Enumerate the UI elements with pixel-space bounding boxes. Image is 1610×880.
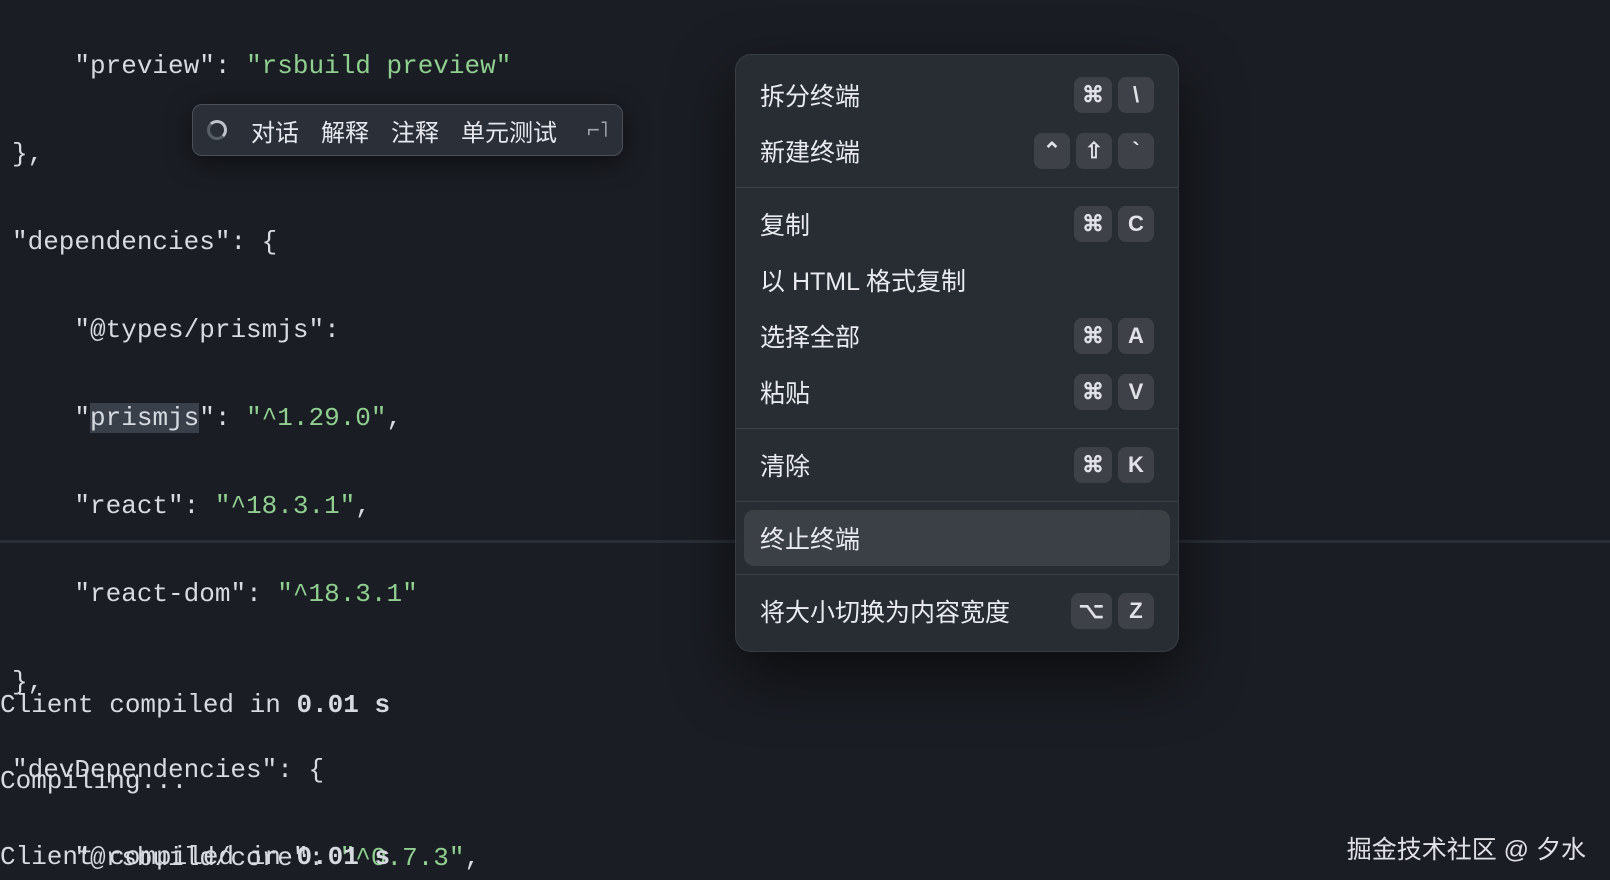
menu-item[interactable]: 选择全部 ⌘A: [744, 308, 1170, 364]
key-cap: V: [1118, 374, 1154, 410]
menu-item-shortcut: ⌘C: [1074, 206, 1154, 242]
assist-comment-button[interactable]: 注释: [391, 113, 439, 148]
expand-icon[interactable]: ⌐˥: [579, 117, 608, 143]
terminal-output[interactable]: Client compiled in 0.01 s Compiling... C…: [0, 648, 390, 880]
key-cap: ⌘: [1074, 318, 1112, 354]
menu-item-label: 选择全部: [760, 318, 860, 354]
loading-spinner-icon: [207, 120, 227, 140]
json-string: "^1.29.0": [246, 403, 386, 433]
json-key: "react-dom": [74, 579, 246, 609]
key-cap: ⌥: [1071, 593, 1112, 629]
key-cap: C: [1118, 206, 1154, 242]
menu-item-label: 拆分终端: [760, 77, 860, 113]
menu-item-label: 新建终端: [760, 133, 860, 169]
menu-item[interactable]: 粘贴 ⌘V: [744, 364, 1170, 420]
assist-chat-button[interactable]: 对话: [251, 113, 299, 148]
json-string: "^18.3.1": [215, 491, 355, 521]
key-cap: ⌃: [1034, 133, 1070, 169]
terminal-line: Client compiled in 0.01 s: [0, 838, 390, 876]
terminal-context-menu: 拆分终端⌘\新建终端⌃⇧`复制⌘C以 HTML 格式复制选择全部⌘A粘贴⌘V清除…: [735, 54, 1179, 652]
menu-item-label: 复制: [760, 206, 810, 242]
key-cap: ⌘: [1074, 77, 1112, 113]
assist-explain-button[interactable]: 解释: [321, 113, 369, 148]
key-cap: ⌘: [1074, 206, 1112, 242]
menu-item-shortcut: ⌘A: [1074, 318, 1154, 354]
key-cap: ⌘: [1074, 374, 1112, 410]
menu-item-label: 粘贴: [760, 374, 810, 410]
menu-item[interactable]: 拆分终端 ⌘\: [744, 67, 1170, 123]
assist-unittest-button[interactable]: 单元测试: [461, 113, 557, 148]
menu-item-shortcut: ⌘V: [1074, 374, 1154, 410]
menu-item[interactable]: 终止终端: [744, 510, 1170, 566]
terminal-line: Compiling...: [0, 762, 390, 800]
menu-item[interactable]: 以 HTML 格式复制: [744, 252, 1170, 308]
menu-separator: [736, 428, 1178, 429]
menu-separator: [736, 187, 1178, 188]
menu-item-label: 终止终端: [760, 520, 860, 556]
key-cap: K: [1118, 447, 1154, 483]
json-string: "^18.3.1": [277, 579, 417, 609]
key-cap: ⇧: [1076, 133, 1112, 169]
menu-item-label: 将大小切换为内容宽度: [760, 593, 1010, 629]
terminal-line: Client compiled in 0.01 s: [0, 686, 390, 724]
menu-item[interactable]: 新建终端 ⌃⇧`: [744, 123, 1170, 179]
menu-item-shortcut: ⌃⇧`: [1034, 133, 1154, 169]
menu-item-label: 清除: [760, 447, 810, 483]
menu-separator: [736, 574, 1178, 575]
menu-item-shortcut: ⌥Z: [1071, 593, 1154, 629]
menu-item[interactable]: 将大小切换为内容宽度 ⌥Z: [744, 583, 1170, 639]
json-key: "@types/prismjs": [74, 315, 324, 345]
menu-item[interactable]: 清除 ⌘K: [744, 437, 1170, 493]
json-string: "rsbuild preview": [246, 51, 511, 81]
watermark-text: 掘金技术社区 @ 夕水: [1347, 830, 1586, 866]
key-cap: A: [1118, 318, 1154, 354]
key-cap: \: [1118, 77, 1154, 113]
menu-item[interactable]: 复制 ⌘C: [744, 196, 1170, 252]
key-cap: Z: [1118, 593, 1154, 629]
selection: prismjs: [90, 403, 199, 433]
menu-item-shortcut: ⌘\: [1074, 77, 1154, 113]
menu-separator: [736, 501, 1178, 502]
ai-assist-toolbar: 对话 解释 注释 单元测试 ⌐˥: [192, 104, 623, 156]
menu-item-label: 以 HTML 格式复制: [760, 262, 966, 298]
key-cap: `: [1118, 133, 1154, 169]
menu-item-shortcut: ⌘K: [1074, 447, 1154, 483]
json-key: "preview": [74, 51, 214, 81]
json-key: "react": [74, 491, 183, 521]
json-key: "dependencies": [12, 227, 230, 257]
key-cap: ⌘: [1074, 447, 1112, 483]
